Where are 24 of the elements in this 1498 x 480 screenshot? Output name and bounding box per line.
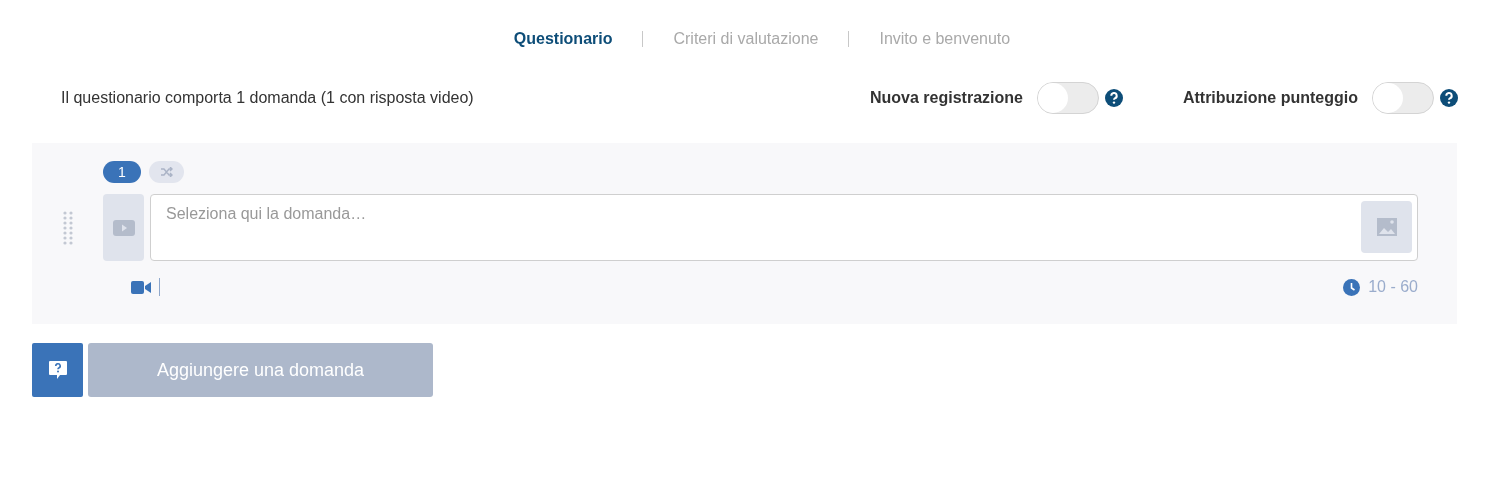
question-number: 1 — [103, 161, 141, 183]
question-field[interactable]: Seleziona qui la domanda… — [150, 194, 1418, 261]
shuffle-button[interactable] — [149, 161, 184, 183]
help-icon[interactable] — [1104, 89, 1123, 107]
clock-icon — [1343, 278, 1361, 296]
duration-range: 10 - 60 — [1368, 278, 1418, 296]
toggle-switch[interactable] — [1372, 82, 1434, 114]
video-camera-icon[interactable] — [131, 280, 151, 294]
toggle-label: Nuova registrazione — [870, 89, 1023, 107]
tab[interactable]: Questionario — [483, 30, 643, 48]
help-icon[interactable] — [1440, 89, 1458, 107]
play-icon — [112, 219, 135, 236]
image-icon — [1376, 218, 1397, 236]
shuffle-icon — [160, 167, 173, 177]
image-button[interactable] — [1361, 201, 1412, 253]
toggle-label: Attribuzione punteggio — [1182, 89, 1358, 107]
tab[interactable]: Invito e benvenuto — [849, 30, 1041, 48]
tab[interactable]: Criteri di valutazione — [643, 30, 849, 48]
drag-handle-icon[interactable] — [62, 210, 74, 245]
summary-text: Il questionario comporta 1 domanda (1 con risposta video) — [61, 89, 474, 107]
question-bubble-icon — [47, 360, 68, 380]
video-button[interactable] — [103, 194, 144, 261]
help-button[interactable] — [32, 343, 83, 397]
toggle-switch[interactable] — [1036, 82, 1099, 114]
